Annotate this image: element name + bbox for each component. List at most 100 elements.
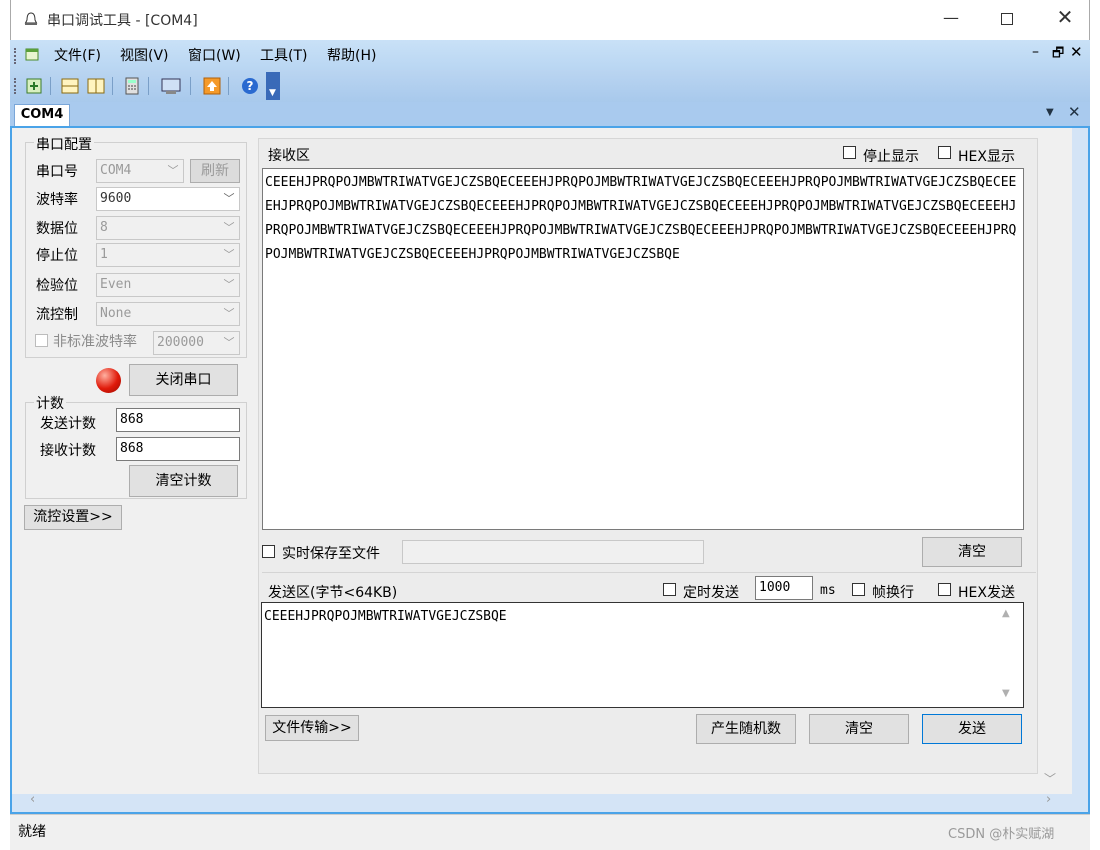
clear-send-button[interactable]: 清空 <box>809 714 909 744</box>
stop-display-label: 停止显示 <box>863 149 919 165</box>
mdi-close-button[interactable]: ✕ <box>1070 43 1083 61</box>
panel-scroll-down-icon[interactable]: ﹀ <box>1044 770 1056 787</box>
timed-send-checkbox[interactable] <box>663 583 676 596</box>
parity-label: 检验位 <box>36 278 78 294</box>
stopbits-label: 停止位 <box>36 248 78 264</box>
document-tab-strip: COM4 ▼ ✕ <box>10 102 1090 126</box>
parity-select[interactable]: Even ﹀ <box>96 273 240 297</box>
baud-select[interactable]: 9600 ﹀ <box>96 187 240 211</box>
nonstd-baud-checkbox[interactable] <box>35 334 48 347</box>
minimize-button[interactable]: — <box>931 8 971 32</box>
toolbar-separator <box>50 77 51 95</box>
send-count-field: 868 <box>116 408 240 432</box>
file-transfer-button[interactable]: 文件传输>> <box>265 715 359 741</box>
port-status-led-icon <box>96 368 121 393</box>
toolbar-separator <box>190 77 191 95</box>
divider <box>262 572 1036 573</box>
interval-field[interactable]: 1000 <box>755 576 813 600</box>
databits-value: 8 <box>100 220 108 235</box>
send-textarea[interactable]: CEEEHJPRQPOJMBWTRIWATVGEJCZSBQE <box>261 602 1024 708</box>
menu-window[interactable]: 窗口(W) <box>188 45 241 65</box>
maximize-icon <box>1001 13 1013 25</box>
calculator-icon[interactable] <box>122 76 142 100</box>
serial-config-title: 串口配置 <box>34 134 94 154</box>
recv-count-field: 868 <box>116 437 240 461</box>
split-vertical-icon[interactable] <box>86 76 106 100</box>
mdi-minimize-button[interactable]: – <box>1032 44 1039 60</box>
toolbar-grip <box>14 78 16 94</box>
frame-newline-checkbox[interactable] <box>852 583 865 596</box>
hex-display-label: HEX显示 <box>958 149 1015 165</box>
split-horizontal-icon[interactable] <box>60 76 80 100</box>
random-data-button[interactable]: 产生随机数 <box>696 714 796 744</box>
chevron-down-icon: ﹀ <box>223 248 235 261</box>
chevron-down-icon: ﹀ <box>223 221 235 234</box>
menu-view[interactable]: 视图(V) <box>120 45 169 65</box>
menu-bar: 文件(F) 视图(V) 窗口(W) 工具(T) 帮助(H) – 🗗 ✕ <box>10 40 1090 70</box>
maximize-button[interactable] <box>987 6 1027 32</box>
menu-help[interactable]: 帮助(H) <box>327 45 376 65</box>
clear-count-button[interactable]: 清空计数 <box>129 465 238 497</box>
watermark: CSDN @朴实赋湖 <box>948 827 1055 842</box>
chevron-down-icon: ﹀ <box>167 164 179 177</box>
nonstd-baud-select[interactable]: 200000 ﹀ <box>153 331 240 355</box>
baud-value: 9600 <box>100 191 132 206</box>
stopbits-value: 1 <box>100 247 108 262</box>
port-label: 串口号 <box>36 164 78 180</box>
toolbar-overflow-button[interactable]: ▼ <box>266 72 280 100</box>
send-content: CEEEHJPRQPOJMBWTRIWATVGEJCZSBQE <box>264 609 507 624</box>
upload-icon[interactable] <box>202 76 222 100</box>
flow-settings-button[interactable]: 流控设置>> <box>24 505 122 530</box>
clear-receive-button[interactable]: 清空 <box>922 537 1022 567</box>
refresh-button[interactable]: 刷新 <box>190 159 240 183</box>
app-bell-icon <box>23 11 39 27</box>
mdi-restore-button[interactable]: 🗗 <box>1052 44 1064 66</box>
send-count-label: 发送计数 <box>40 416 96 432</box>
overflow-chevron-icon: ▼ <box>269 88 276 98</box>
close-window-button[interactable]: ✕ <box>1045 5 1085 31</box>
tab-com4-label: COM4 <box>20 107 64 122</box>
menu-tools[interactable]: 工具(T) <box>260 45 307 65</box>
close-port-button[interactable]: 关闭串口 <box>129 364 238 396</box>
save-to-file-checkbox[interactable] <box>262 545 275 558</box>
chevron-down-icon: ﹀ <box>223 278 235 291</box>
recv-count-label: 接收计数 <box>40 443 96 459</box>
databits-select[interactable]: 8 ﹀ <box>96 216 240 240</box>
port-value: COM4 <box>100 163 132 178</box>
scroll-up-icon[interactable]: ▲ <box>1002 608 1010 619</box>
hex-send-label: HEX发送 <box>958 585 1015 601</box>
receive-textarea[interactable]: CEEEHJPRQPOJMBWTRIWATVGEJCZSBQECEEEHJPRQ… <box>262 168 1024 530</box>
svg-text:?: ? <box>247 79 254 93</box>
flowcontrol-select[interactable]: None ﹀ <box>96 302 240 326</box>
mdi-child-icon[interactable] <box>24 46 42 64</box>
receive-area-title: 接收区 <box>268 148 310 164</box>
nonstd-baud-value: 200000 <box>157 335 204 350</box>
scroll-right-icon[interactable]: › <box>1046 792 1051 807</box>
tab-com4[interactable]: COM4 <box>14 104 70 126</box>
scroll-down-icon[interactable]: ▼ <box>1002 688 1010 699</box>
chevron-down-icon: ﹀ <box>223 192 235 205</box>
send-area-title: 发送区(字节<64KB) <box>268 585 398 601</box>
hex-send-checkbox[interactable] <box>938 583 951 596</box>
flowcontrol-value: None <box>100 306 132 321</box>
chevron-down-icon: ﹀ <box>223 307 235 320</box>
stopbits-select[interactable]: 1 ﹀ <box>96 243 240 267</box>
tab-close-icon[interactable]: ✕ <box>1068 103 1081 121</box>
port-select[interactable]: COM4 ﹀ <box>96 159 184 183</box>
hex-display-checkbox[interactable] <box>938 146 951 159</box>
save-file-path-field[interactable] <box>402 540 704 564</box>
stop-display-checkbox[interactable] <box>843 146 856 159</box>
send-button[interactable]: 发送 <box>922 714 1022 744</box>
menu-file[interactable]: 文件(F) <box>54 45 101 65</box>
toolbar-separator <box>148 77 149 95</box>
help-icon[interactable]: ? <box>240 76 260 100</box>
scroll-left-icon[interactable]: ‹ <box>30 792 35 807</box>
title-bar: 串口调试工具 - [COM4] — ✕ <box>10 0 1090 40</box>
terminal-icon[interactable] <box>160 76 182 100</box>
background-left-edge <box>0 0 10 850</box>
frame-newline-label: 帧换行 <box>872 585 914 601</box>
tab-list-dropdown-icon[interactable]: ▼ <box>1046 107 1054 118</box>
toolbar-separator <box>228 77 229 95</box>
chevron-down-icon: ﹀ <box>223 336 235 349</box>
new-session-icon[interactable] <box>24 76 44 100</box>
